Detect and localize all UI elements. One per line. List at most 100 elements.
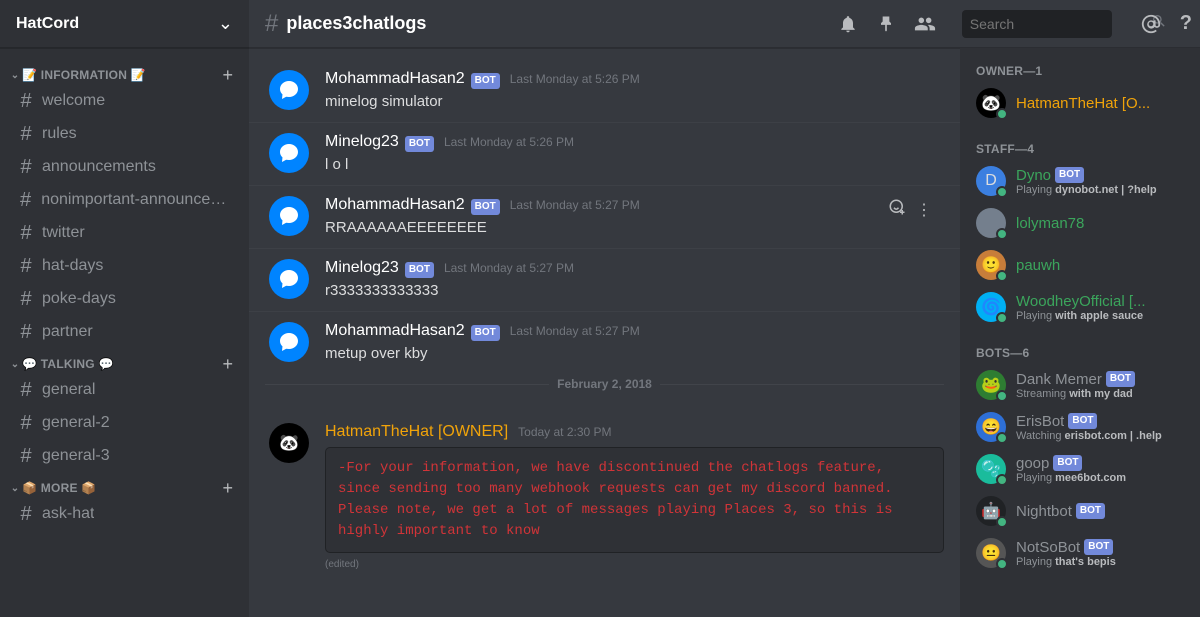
chat-messages[interactable]: MohammadHasan2 BOT Last Monday at 5:26 PM m… bbox=[249, 48, 960, 617]
help-icon[interactable]: ? bbox=[1180, 12, 1192, 35]
member-item[interactable]: 🐸Dank MemerBOTStreaming with my dad bbox=[968, 364, 1192, 406]
bot-tag: BOT bbox=[471, 73, 500, 89]
react-icon[interactable] bbox=[888, 198, 906, 221]
message-timestamp: Last Monday at 5:27 PM bbox=[444, 261, 574, 275]
avatar[interactable] bbox=[269, 133, 309, 173]
message-author[interactable]: Minelog23 bbox=[325, 133, 399, 151]
channel-label: ask-hat bbox=[42, 505, 94, 523]
server-header[interactable]: HatCord ⌄ bbox=[0, 0, 249, 48]
channel-label: general bbox=[42, 381, 95, 399]
category-name: 📝 INFORMATION 📝 bbox=[22, 68, 146, 82]
channel-item[interactable]: #general-2 bbox=[8, 407, 237, 439]
member-item[interactable]: lolyman78 bbox=[968, 202, 1192, 244]
member-name: HatmanTheHat [O... bbox=[1016, 95, 1150, 112]
member-item[interactable]: 😄ErisBotBOTWatching erisbot.com | .help bbox=[968, 406, 1192, 448]
avatar: 🙂 bbox=[976, 250, 1006, 280]
bot-tag: BOT bbox=[1084, 539, 1113, 555]
channel-item[interactable]: #welcome bbox=[8, 85, 237, 117]
channel-label: general-3 bbox=[42, 447, 110, 465]
message-timestamp: Last Monday at 5:26 PM bbox=[444, 135, 574, 149]
bell-icon[interactable] bbox=[838, 14, 858, 34]
avatar[interactable] bbox=[269, 70, 309, 110]
topbar: # places3chatlogs bbox=[249, 0, 1200, 48]
channel-item[interactable]: #poke-days bbox=[8, 283, 237, 315]
bot-tag: BOT bbox=[1068, 413, 1097, 429]
channel-item[interactable]: # announcements bbox=[8, 151, 237, 183]
members-list[interactable]: OWNER—1🐼HatmanTheHat [O...STAFF—4DDynoBO… bbox=[960, 48, 1200, 617]
channel-list[interactable]: ⌄📝 INFORMATION 📝+#welcome#rules#announce… bbox=[0, 48, 249, 617]
channel-item[interactable]: #ask-hat bbox=[8, 498, 237, 530]
edited-label: (edited) bbox=[325, 559, 944, 570]
channel-label: nonimportant-announcem... bbox=[41, 191, 229, 209]
status-indicator bbox=[996, 390, 1008, 402]
category-header[interactable]: ⌄📦 MORE 📦+ bbox=[8, 479, 237, 497]
channel-item[interactable]: # general-3 bbox=[8, 440, 237, 472]
channel-label: partner bbox=[42, 323, 93, 341]
avatar: 🫧 bbox=[976, 454, 1006, 484]
status-indicator bbox=[996, 312, 1008, 324]
avatar: D bbox=[976, 166, 1006, 196]
status-indicator bbox=[996, 270, 1008, 282]
bot-tag: BOT bbox=[1053, 455, 1082, 471]
role-header: STAFF—4 bbox=[968, 124, 1192, 160]
hash-icon: # bbox=[265, 10, 278, 38]
member-activity: Playing that's bepis bbox=[1016, 556, 1184, 568]
member-item[interactable]: 🫧goopBOTPlaying mee6bot.com bbox=[968, 448, 1192, 490]
message-author[interactable]: MohammadHasan2 bbox=[325, 196, 465, 214]
hash-icon: # bbox=[16, 222, 36, 245]
category-name: 📦 MORE 📦 bbox=[22, 481, 96, 495]
add-channel-icon[interactable]: + bbox=[222, 357, 233, 371]
channel-label: announcements bbox=[42, 158, 156, 176]
hash-icon: # bbox=[16, 445, 36, 468]
channel-label: welcome bbox=[42, 92, 105, 110]
add-channel-icon[interactable]: + bbox=[222, 68, 233, 82]
message-author[interactable]: HatmanTheHat [OWNER] bbox=[325, 423, 508, 441]
role-header: OWNER—1 bbox=[968, 64, 1192, 82]
message-text: minelog simulator bbox=[325, 91, 944, 112]
hash-icon: # bbox=[16, 321, 36, 344]
message-author[interactable]: MohammadHasan2 bbox=[325, 322, 465, 340]
avatar: 🤖 bbox=[976, 496, 1006, 526]
channel-item[interactable]: # partner bbox=[8, 316, 237, 348]
channel-name: places3chatlogs bbox=[286, 13, 426, 34]
member-activity: Watching erisbot.com | .help bbox=[1016, 430, 1184, 442]
avatar[interactable] bbox=[269, 259, 309, 299]
member-item[interactable]: 🤖NightbotBOT bbox=[968, 490, 1192, 532]
message-text: RRAAAAAAEEEEEEEE bbox=[325, 217, 944, 238]
member-item[interactable]: DDynoBOTPlaying dynobot.net | ?help bbox=[968, 160, 1192, 202]
add-channel-icon[interactable]: + bbox=[222, 481, 233, 495]
hash-icon: # bbox=[16, 156, 36, 179]
category-header[interactable]: ⌄📝 INFORMATION 📝+ bbox=[8, 66, 237, 84]
avatar[interactable]: 🐼 bbox=[269, 423, 309, 463]
pin-icon[interactable] bbox=[876, 14, 896, 34]
members-icon[interactable] bbox=[914, 13, 936, 35]
channel-item[interactable]: # general bbox=[8, 374, 237, 406]
message-timestamp: Last Monday at 5:27 PM bbox=[510, 324, 640, 338]
chevron-down-icon: ⌄ bbox=[218, 13, 233, 34]
channel-item[interactable]: #rules bbox=[8, 118, 237, 150]
channel-item[interactable]: #twitter bbox=[8, 217, 237, 249]
avatar[interactable] bbox=[269, 196, 309, 236]
member-item[interactable]: 🙂pauwh bbox=[968, 244, 1192, 286]
channel-item[interactable]: #hat-days bbox=[8, 250, 237, 282]
search-box[interactable] bbox=[962, 10, 1112, 38]
member-item[interactable]: 🐼HatmanTheHat [O... bbox=[968, 82, 1192, 124]
member-item[interactable]: 🌀WoodheyOfficial [...Playing with apple … bbox=[968, 286, 1192, 328]
avatar[interactable] bbox=[269, 322, 309, 362]
message: Minelog23BOTLast Monday at 5:27 PMr33333… bbox=[249, 248, 960, 311]
message-author[interactable]: Minelog23 bbox=[325, 259, 399, 277]
category-header[interactable]: ⌄💬 TALKING 💬+ bbox=[8, 355, 237, 373]
channel-sidebar: HatCord ⌄ ⌄📝 INFORMATION 📝+#welcome#rule… bbox=[0, 0, 249, 617]
avatar: 😄 bbox=[976, 412, 1006, 442]
more-icon[interactable]: ⋮ bbox=[916, 200, 930, 220]
member-item[interactable]: 😐NotSoBotBOTPlaying that's bepis bbox=[968, 532, 1192, 574]
channel-item[interactable]: #nonimportant-announcem... bbox=[8, 184, 237, 216]
mentions-icon[interactable] bbox=[1140, 13, 1162, 35]
search-input[interactable] bbox=[970, 16, 1151, 32]
message-author[interactable]: MohammadHasan2 bbox=[325, 70, 465, 88]
message-text: metup over kby bbox=[325, 343, 944, 364]
hash-icon: # bbox=[16, 379, 36, 402]
code-block: -For your information, we have discontin… bbox=[325, 447, 944, 553]
member-name: Nightbot bbox=[1016, 503, 1072, 520]
message: MohammadHasan2BOTLast Monday at 5:27 PMm… bbox=[249, 311, 960, 374]
